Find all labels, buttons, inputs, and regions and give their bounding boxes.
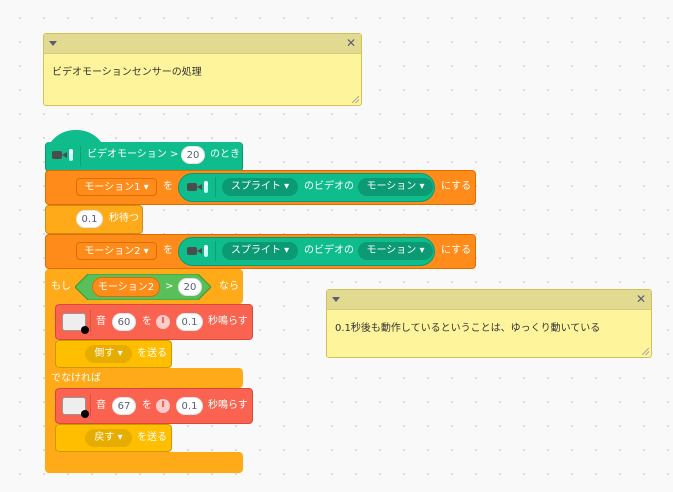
video-camera-icon <box>187 181 209 193</box>
wo-label: を <box>163 245 173 256</box>
video-camera-icon <box>187 245 209 257</box>
comment-2[interactable]: ✕ 0.1秒後も動作しているということは、ゆっくり動いている <box>326 289 652 358</box>
wait-seconds-input[interactable]: 0.1 <box>76 210 103 228</box>
broadcast-label: を送る <box>137 348 167 359</box>
if-label: もし <box>51 281 71 292</box>
compare-value-input[interactable]: 20 <box>178 278 202 296</box>
comment-text[interactable]: ビデオモーションセンサーの処理 <box>44 54 361 87</box>
wo-label: を <box>163 181 173 192</box>
play-suffix: 秒鳴らす <box>208 316 248 327</box>
then-label: なら <box>219 281 239 292</box>
variable-dropdown[interactable]: モーション2 ▾ <box>76 242 157 260</box>
resize-handle-icon[interactable] <box>352 96 359 103</box>
variable-reporter[interactable]: モーション2 <box>92 277 160 297</box>
note-input[interactable]: 60 <box>112 313 136 331</box>
close-icon[interactable]: ✕ <box>636 292 646 306</box>
threshold-input[interactable]: 20 <box>181 146 205 164</box>
operator-symbol: > <box>165 281 174 292</box>
comment-header[interactable]: ✕ <box>327 290 651 310</box>
clock-icon <box>156 315 170 329</box>
broadcast-label: を送る <box>137 432 167 443</box>
beats-input[interactable]: 0.1 <box>176 313 203 331</box>
attribute-dropdown[interactable]: モーション ▾ <box>358 242 433 260</box>
sprite-dropdown[interactable]: スプライト ▾ <box>222 178 298 196</box>
play-suffix: 秒鳴らす <box>208 400 248 411</box>
comment-1[interactable]: ✕ ビデオモーションセンサーの処理 <box>43 33 362 106</box>
wait-label: 秒待つ <box>109 213 139 224</box>
close-icon[interactable]: ✕ <box>346 36 356 50</box>
hat-suffix: のとき <box>210 149 240 160</box>
if-else-bottom <box>45 452 243 473</box>
message-dropdown[interactable]: 戻す ▾ <box>85 429 132 447</box>
attribute-dropdown[interactable]: モーション ▾ <box>358 178 433 196</box>
hat-label: ビデオモーション > <box>87 149 179 160</box>
video-of-label: のビデオの <box>304 181 354 192</box>
set-suffix: にする <box>441 181 472 192</box>
wo-label: を <box>142 400 152 411</box>
message-dropdown[interactable]: 倒す ▾ <box>85 345 132 363</box>
note-input[interactable]: 67 <box>112 397 136 415</box>
else-label: でなければ <box>51 373 101 384</box>
comment-text[interactable]: 0.1秒後も動作しているということは、ゆっくり動いている <box>327 310 651 343</box>
note-label: 音 <box>96 316 106 327</box>
collapse-icon[interactable] <box>332 297 340 302</box>
resize-handle-icon[interactable] <box>642 348 649 355</box>
music-extension-icon <box>62 313 89 334</box>
beats-input[interactable]: 0.1 <box>176 397 203 415</box>
set-suffix: にする <box>441 245 472 256</box>
wo-label: を <box>142 316 152 327</box>
video-camera-icon <box>52 149 74 161</box>
clock-icon <box>156 399 170 413</box>
variable-dropdown[interactable]: モーション1 ▾ <box>76 178 157 196</box>
collapse-icon[interactable] <box>49 41 57 46</box>
video-of-label: のビデオの <box>304 245 354 256</box>
note-label: 音 <box>96 400 106 411</box>
sprite-dropdown[interactable]: スプライト ▾ <box>222 242 298 260</box>
comment-header[interactable]: ✕ <box>44 34 361 54</box>
music-extension-icon <box>62 397 89 418</box>
